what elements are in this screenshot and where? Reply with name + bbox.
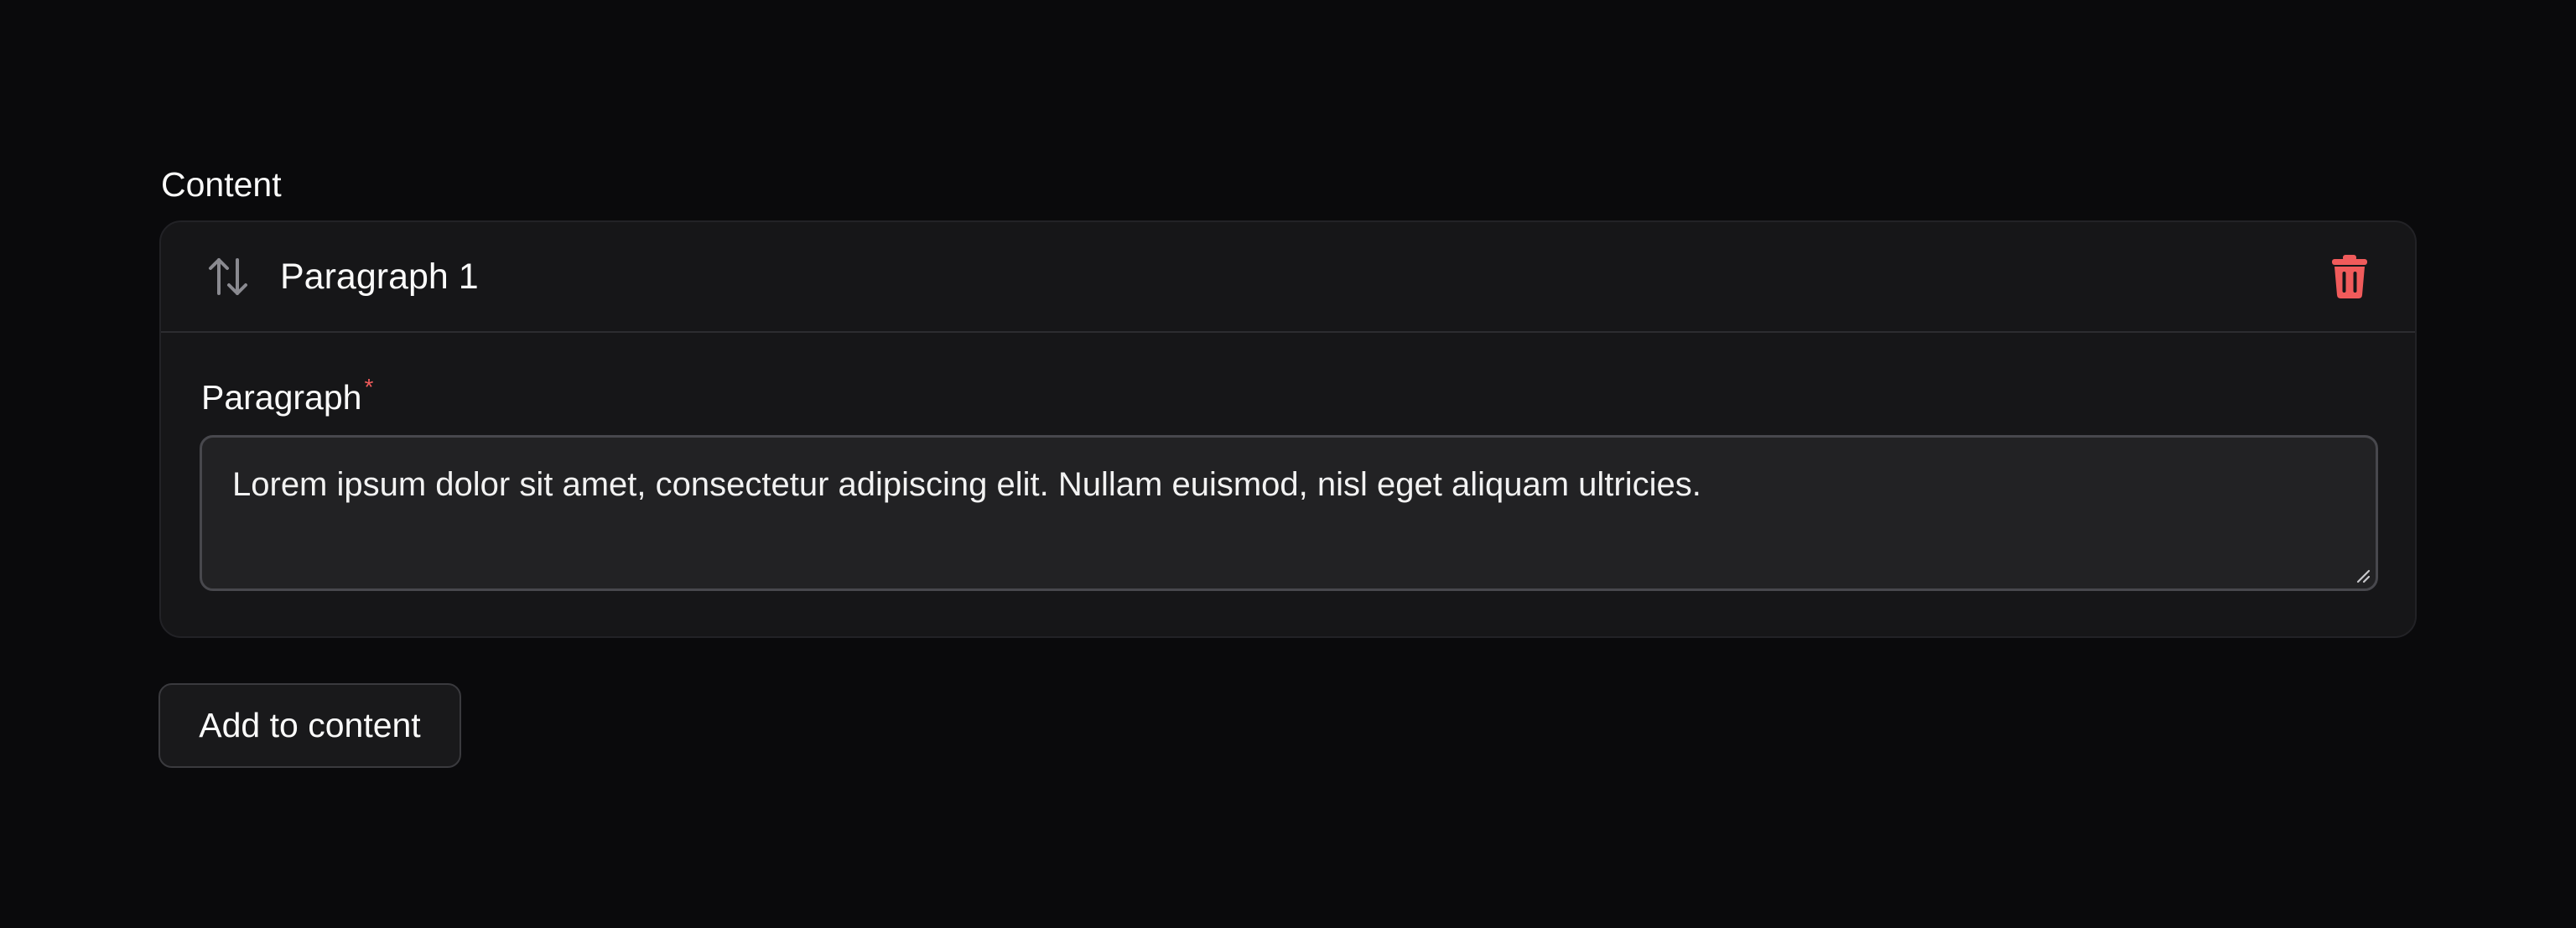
resize-handle-icon[interactable] — [2355, 568, 2371, 583]
block-title: Paragraph 1 — [280, 256, 479, 297]
arrows-up-down-icon[interactable] — [203, 251, 253, 302]
paragraph-field-label: Paragraph * — [201, 375, 2376, 420]
paragraph-block-header: Paragraph 1 — [161, 222, 2415, 333]
trash-icon[interactable] — [2324, 251, 2375, 302]
paragraph-block-card: Paragraph 1 Paragraph * Lorem ipsum dolor… — [159, 220, 2417, 638]
add-to-content-button[interactable]: Add to content — [158, 683, 461, 768]
content-field-group: Content Paragraph 1 Paragraph * Lorem ip… — [159, 159, 2417, 638]
required-indicator: * — [364, 374, 374, 400]
paragraph-textarea-value[interactable]: Lorem ipsum dolor sit amet, consectetur … — [202, 438, 2376, 531]
paragraph-block-body: Paragraph * Lorem ipsum dolor sit amet, c… — [161, 375, 2415, 591]
paragraph-textarea[interactable]: Lorem ipsum dolor sit amet, consectetur … — [200, 435, 2378, 591]
content-label: Content — [161, 165, 282, 204]
paragraph-label-text: Paragraph — [201, 378, 362, 417]
